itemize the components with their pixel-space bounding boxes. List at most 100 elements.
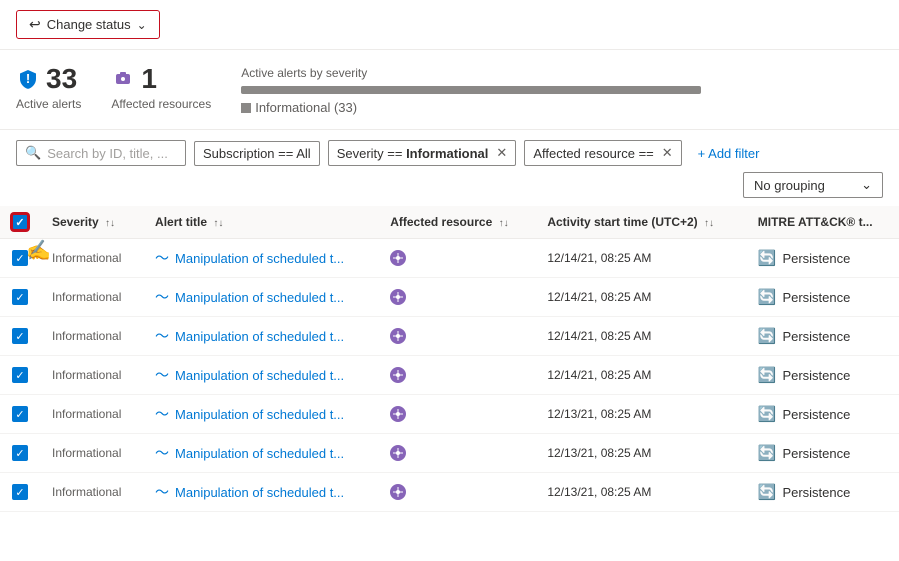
- table-row[interactable]: ✓ Informational 〜 Manipulation of schedu…: [0, 434, 899, 473]
- alert-title-text: Manipulation of scheduled t...: [175, 329, 344, 344]
- table-row[interactable]: ✓ Informational 〜 Manipulation of schedu…: [0, 473, 899, 512]
- mitre-label: Persistence: [782, 485, 850, 500]
- row-checkbox[interactable]: ✓: [12, 289, 28, 305]
- sort-icon: ↑↓: [213, 218, 223, 229]
- row-alert-title[interactable]: 〜 Manipulation of scheduled t...: [143, 395, 378, 434]
- sort-icon: ↑↓: [499, 218, 509, 229]
- chevron-down-icon: ⌄: [137, 18, 147, 32]
- row-alert-title[interactable]: 〜 Manipulation of scheduled t...: [143, 239, 378, 278]
- severity-legend-text: Informational (33): [255, 100, 357, 115]
- mitre-label: Persistence: [782, 446, 850, 461]
- resource-icon: [111, 67, 135, 91]
- change-status-button[interactable]: ↩ Change status ⌄: [16, 10, 160, 39]
- search-icon: 🔍: [25, 145, 41, 161]
- severity-filter-chip[interactable]: Severity == Informational ✕: [328, 140, 517, 166]
- alert-title-column-header[interactable]: Alert title ↑↓: [143, 206, 378, 239]
- table-row[interactable]: ✓ Informational 〜 Manipulation of schedu…: [0, 278, 899, 317]
- row-alert-title[interactable]: 〜 Manipulation of scheduled t...: [143, 434, 378, 473]
- row-mitre: 🔄 Persistence: [746, 239, 899, 278]
- row-checkbox-cell[interactable]: ✓: [0, 356, 40, 395]
- row-checkbox[interactable]: ✓: [12, 328, 28, 344]
- activity-start-column-header[interactable]: Activity start time (UTC+2) ↑↓: [535, 206, 745, 239]
- row-alert-title[interactable]: 〜 Manipulation of scheduled t...: [143, 317, 378, 356]
- row-checkbox-cell[interactable]: ✓: [0, 278, 40, 317]
- mitre-cycle-icon: 🔄: [758, 483, 777, 501]
- row-severity: Informational: [40, 395, 143, 434]
- row-checkbox-cell[interactable]: ✓: [0, 395, 40, 434]
- affected-resources-count: 1: [141, 64, 157, 95]
- row-checkbox[interactable]: ✓: [12, 367, 28, 383]
- severity-chip-label: Severity == Informational: [337, 146, 489, 161]
- affected-chip-close-icon[interactable]: ✕: [662, 145, 673, 161]
- alerts-table: ✓ Severity ↑↓ Alert title ↑↓ Affected re…: [0, 206, 899, 512]
- active-alerts-count: 33: [46, 64, 77, 95]
- row-alert-title[interactable]: 〜 Manipulation of scheduled t...: [143, 473, 378, 512]
- alert-title-text: Manipulation of scheduled t...: [175, 407, 344, 422]
- row-alert-title[interactable]: 〜 Manipulation of scheduled t...: [143, 356, 378, 395]
- active-alerts-icon-row: ! 33: [16, 64, 81, 95]
- row-mitre: 🔄 Persistence: [746, 356, 899, 395]
- row-checkbox-cell[interactable]: ✓: [0, 239, 40, 278]
- row-checkbox[interactable]: ✓: [12, 406, 28, 422]
- table-row[interactable]: ✓ Informational 〜 Manipulation of schedu…: [0, 356, 899, 395]
- affected-resources-label: Affected resources: [111, 97, 211, 111]
- alert-title-text: Manipulation of scheduled t...: [175, 446, 344, 461]
- row-mitre: 🔄 Persistence: [746, 434, 899, 473]
- resource-dot-icon: [390, 406, 406, 422]
- resource-dot-icon: [390, 484, 406, 500]
- row-timestamp: 12/13/21, 08:25 AM: [535, 434, 745, 473]
- row-affected-resource: [378, 356, 535, 395]
- search-placeholder: Search by ID, title, ...: [47, 146, 168, 161]
- search-box[interactable]: 🔍 Search by ID, title, ...: [16, 140, 186, 166]
- alert-title-text: Manipulation of scheduled t...: [175, 251, 344, 266]
- table-row[interactable]: ✓ Informational 〜 Manipulation of schedu…: [0, 317, 899, 356]
- select-all-checkbox-header[interactable]: ✓: [0, 206, 40, 239]
- summary-row: ! 33 Active alerts 1 Affected resources …: [0, 50, 899, 130]
- row-checkbox[interactable]: ✓: [12, 484, 28, 500]
- grouping-row: No grouping ⌄: [0, 172, 899, 206]
- row-alert-title[interactable]: 〜 Manipulation of scheduled t...: [143, 278, 378, 317]
- shield-icon: !: [16, 67, 40, 91]
- row-timestamp: 12/14/21, 08:25 AM: [535, 356, 745, 395]
- row-affected-resource: [378, 434, 535, 473]
- row-affected-resource: [378, 395, 535, 434]
- row-checkbox[interactable]: ✓: [12, 250, 28, 266]
- alert-wave-icon: 〜: [155, 443, 169, 463]
- svg-text:!: !: [26, 71, 30, 86]
- legend-dot: [241, 103, 251, 113]
- row-affected-resource: [378, 473, 535, 512]
- row-checkbox-cell[interactable]: ✓: [0, 317, 40, 356]
- table-row[interactable]: ✓ Informational 〜 Manipulation of schedu…: [0, 239, 899, 278]
- header-checkbox[interactable]: ✓: [12, 214, 28, 230]
- table-header-row: ✓ Severity ↑↓ Alert title ↑↓ Affected re…: [0, 206, 899, 239]
- subscription-filter-chip[interactable]: Subscription == All: [194, 141, 320, 166]
- row-mitre: 🔄 Persistence: [746, 395, 899, 434]
- row-timestamp: 12/14/21, 08:25 AM: [535, 239, 745, 278]
- grouping-dropdown[interactable]: No grouping ⌄: [743, 172, 883, 198]
- row-checkbox-cell[interactable]: ✓: [0, 434, 40, 473]
- resource-dot-icon: [390, 250, 406, 266]
- row-severity: Informational: [40, 473, 143, 512]
- add-filter-button[interactable]: + Add filter: [690, 142, 768, 165]
- mitre-cycle-icon: 🔄: [758, 366, 777, 384]
- grouping-label: No grouping: [754, 178, 825, 193]
- severity-bar-legend: Informational (33): [241, 100, 883, 115]
- severity-column-header[interactable]: Severity ↑↓: [40, 206, 143, 239]
- change-status-label: Change status: [47, 17, 131, 32]
- alerts-table-container: ✓ Severity ↑↓ Alert title ↑↓ Affected re…: [0, 206, 899, 512]
- row-mitre: 🔄 Persistence: [746, 473, 899, 512]
- row-mitre: 🔄 Persistence: [746, 278, 899, 317]
- row-checkbox[interactable]: ✓: [12, 445, 28, 461]
- severity-chip-close-icon[interactable]: ✕: [496, 145, 507, 161]
- severity-bar-title: Active alerts by severity: [241, 66, 883, 80]
- affected-resource-column-header[interactable]: Affected resource ↑↓: [378, 206, 535, 239]
- mitre-cycle-icon: 🔄: [758, 288, 777, 306]
- row-severity: Informational: [40, 317, 143, 356]
- row-checkbox-cell[interactable]: ✓: [0, 473, 40, 512]
- mitre-label: Persistence: [782, 407, 850, 422]
- affected-resource-filter-chip[interactable]: Affected resource == ✕: [524, 140, 681, 166]
- alert-wave-icon: 〜: [155, 482, 169, 502]
- alert-wave-icon: 〜: [155, 287, 169, 307]
- top-bar: ↩ Change status ⌄: [0, 0, 899, 50]
- table-row[interactable]: ✓ Informational 〜 Manipulation of schedu…: [0, 395, 899, 434]
